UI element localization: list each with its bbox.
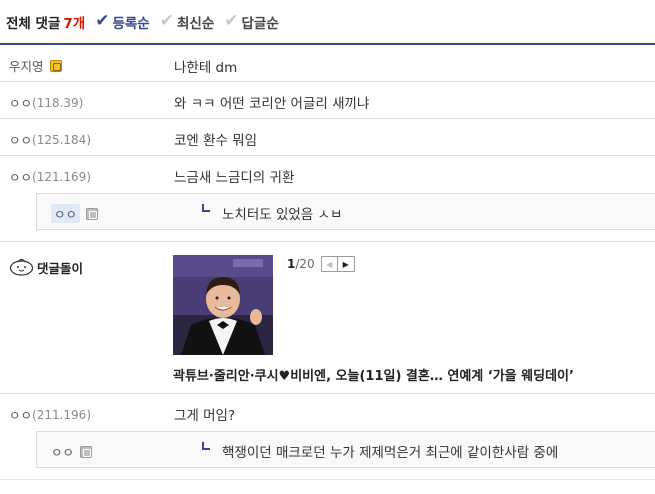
author-nick[interactable]: ㅇㅇ [9,405,32,424]
check-icon: ✔ [224,11,239,31]
comment-text: 코엔 환수 뭐임 [174,133,258,149]
bot-face-icon [9,258,34,276]
sort-replies-button[interactable]: ✔ 답글순 [224,12,279,32]
next-arrow-icon[interactable]: ▶ [337,257,354,271]
author-nick[interactable]: ㅇㅇ [9,130,32,149]
fixed-nick-icon [49,59,62,72]
author-ip: (118.39) [32,95,84,110]
comment-text: 나한테 dm [174,60,238,76]
guest-nick-icon [80,445,93,458]
reply-arrow-icon [202,442,210,450]
comment-count: 7개 [63,15,86,32]
author-ip: (121.169) [32,169,92,184]
comment-author[interactable]: 우지영 [9,56,62,75]
bot-name[interactable]: 댓글돌이 [37,258,83,277]
news-headline-link[interactable]: 곽튜브·줄리안·쿠시♥비비엔, 오늘(11일) 결혼… 연예계 ‘가을 웨딩데이… [173,365,574,384]
reply-nick[interactable]: ㅇㅇ [51,204,81,223]
comment-author[interactable]: ㅇㅇ (211.196) [9,405,91,424]
total-comments-label: 전체 댓글 [6,15,61,32]
check-icon: ✔ [159,11,174,31]
reply-author[interactable]: ㅇㅇ [51,204,99,223]
author-ip: (125.184) [32,132,92,147]
check-icon: ✔ [95,11,110,31]
comment-author[interactable]: ㅇㅇ (118.39) [9,93,83,112]
comment-author[interactable]: ㅇㅇ (121.169) [9,167,91,186]
sort-replies-label: 답글순 [241,15,279,32]
sort-registered-button[interactable]: ✔ 등록순 [95,12,150,32]
comment-header: 전체 댓글 7개 ✔ 등록순 ✔ 최신순 ✔ 답글순 [0,0,655,45]
author-nick[interactable]: ㅇㅇ [9,93,32,112]
author-nick[interactable]: ㅇㅇ [9,167,32,186]
comment-row: ㅇㅇ (211.196) 그게 머임? ㅇㅇ 핵쟁이던 매크로던 누가 제제먹은… [0,394,655,480]
reply-arrow-icon [202,204,210,212]
reply-text: 핵쟁이던 매크로던 누가 제제먹은거 최근에 같이한사람 중에 [222,445,559,461]
comment-text: 와 ㅋㅋ 어떤 코리안 어글리 새끼냐 [174,96,370,112]
comment-row: ㅇㅇ (118.39) 와 ㅋㅋ 어떤 코리안 어글리 새끼냐 [0,82,655,119]
news-pager: 1 /20 ◀ ▶ [287,256,355,272]
guest-nick-icon [86,207,99,220]
comment-row: 우지영 나한테 dm [0,46,655,82]
reply-text: 노치터도 있었음 ㅅㅂ [222,207,343,223]
comment-row: ㅇㅇ (125.184) 코엔 환수 뭐임 [0,119,655,156]
comment-row: ㅇㅇ (121.169) 느금새 느금디의 귀환 ㅇㅇ 노치터도 있었음 ㅅㅂ [0,156,655,242]
author-nick[interactable]: 우지영 [9,56,44,75]
comment-text: 느금새 느금디의 귀환 [174,170,295,186]
pager-current: 1 [287,257,296,271]
sort-latest-button[interactable]: ✔ 최신순 [160,12,215,32]
author-ip: (211.196) [32,407,92,422]
sort-latest-label: 최신순 [176,15,215,32]
reply-author[interactable]: ㅇㅇ [51,442,93,461]
prev-arrow-icon[interactable]: ◀ [321,257,338,271]
news-thumbnail[interactable] [173,255,273,355]
comment-author[interactable]: ㅇㅇ (125.184) [9,130,91,149]
sort-registered-label: 등록순 [112,15,150,32]
comment-text: 그게 머임? [174,408,236,424]
reply-nick[interactable]: ㅇㅇ [51,442,74,461]
reply-box: ㅇㅇ 핵쟁이던 매크로던 누가 제제먹은거 최근에 같이한사람 중에 [36,431,655,468]
reply-box: ㅇㅇ 노치터도 있었음 ㅅㅂ [36,193,655,230]
pager-total: /20 [295,257,315,271]
